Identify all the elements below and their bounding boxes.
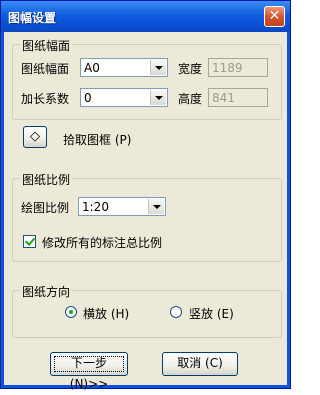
extend-factor-select[interactable]: 0 — [80, 88, 168, 107]
title-bar[interactable]: 图幅设置 ✕ — [1, 1, 290, 32]
chevron-down-icon[interactable] — [150, 60, 166, 75]
chevron-down-icon[interactable] — [150, 90, 166, 105]
landscape-radio[interactable] — [65, 306, 77, 318]
modify-all-scale-label[interactable]: 修改所有的标注总比例 — [42, 234, 162, 251]
orientation-group-title: 图纸方向 — [20, 283, 73, 300]
modify-all-scale-checkbox[interactable] — [23, 235, 36, 248]
close-button[interactable]: ✕ — [264, 6, 285, 27]
orientation-group: 图纸方向 横放 (H) 竖放 (E) — [12, 283, 282, 338]
scale-value: 1:20 — [82, 200, 109, 214]
pick-frame-label[interactable]: 拾取图框 (P) — [63, 131, 131, 148]
portrait-radio[interactable] — [170, 306, 182, 318]
close-icon: ✕ — [268, 8, 281, 24]
paper-size-group-title: 图纸幅面 — [20, 37, 73, 54]
chevron-down-icon[interactable] — [148, 199, 164, 214]
height-field[interactable]: 841 — [208, 88, 268, 107]
extend-factor-label: 加长系数 — [21, 92, 70, 106]
focus-indicator — [54, 356, 124, 372]
cancel-button-label: 取消 (C) — [177, 356, 223, 370]
scale-group-title: 图纸比例 — [20, 171, 73, 188]
paper-size-label: 图纸幅面 — [21, 62, 70, 76]
dialog-body: 图纸幅面 图纸幅面 A0 宽度 1189 加长系数 0 高度 841 ◇ 拾取图… — [4, 32, 287, 391]
radio-selected-dot — [69, 310, 73, 314]
next-button[interactable]: 下一步 (N)>> — [50, 352, 128, 391]
paper-size-group: 图纸幅面 图纸幅面 A0 宽度 1189 加长系数 0 高度 841 — [12, 37, 282, 120]
cancel-button[interactable]: 取消 (C) — [162, 352, 238, 376]
extend-factor-value: 0 — [84, 91, 92, 105]
height-label: 高度 — [178, 92, 203, 106]
pick-frame-button[interactable]: ◇ — [23, 126, 47, 148]
width-field[interactable]: 1189 — [208, 58, 268, 77]
dialog-window: 图幅设置 ✕ 图纸幅面 图纸幅面 A0 宽度 1189 加长系数 0 高度 84… — [0, 0, 291, 391]
paper-size-select[interactable]: A0 — [80, 58, 168, 77]
scale-select[interactable]: 1:20 — [78, 197, 166, 216]
width-label: 宽度 — [178, 62, 203, 76]
scale-label: 绘图比例 — [21, 201, 70, 215]
landscape-label[interactable]: 横放 (H) — [83, 305, 129, 322]
checkmark-icon — [24, 235, 36, 246]
scale-group: 图纸比例 绘图比例 1:20 修改所有的标注总比例 — [12, 171, 282, 262]
portrait-label[interactable]: 竖放 (E) — [189, 305, 234, 322]
diamond-icon: ◇ — [30, 129, 40, 144]
dialog-title: 图幅设置 — [8, 11, 57, 25]
paper-size-value: A0 — [84, 61, 100, 75]
